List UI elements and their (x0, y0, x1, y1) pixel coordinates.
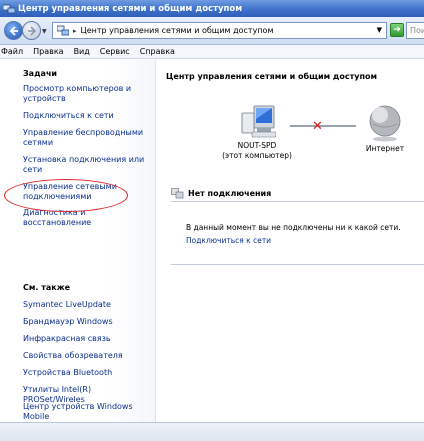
search-input[interactable]: Пои (406, 22, 424, 39)
network-map: ✕ NOUT-SPD (этот компьютер) Интернет (157, 100, 424, 180)
network-center-icon (57, 25, 69, 36)
tasks-heading: Задачи (23, 69, 58, 78)
menu-help[interactable]: Справка (140, 47, 175, 56)
go-arrow-icon: ➜ (393, 25, 401, 35)
globe-icon[interactable] (367, 104, 403, 142)
see-also-windows-mobile[interactable]: Центр устройств Windows Mobile (23, 402, 148, 422)
forward-button[interactable] (22, 21, 41, 40)
address-path: Центр управления сетями и общим доступом (80, 26, 274, 35)
breadcrumb-separator-icon[interactable]: ▸ (73, 27, 77, 35)
see-also-bluetooth[interactable]: Устройства Bluetooth (23, 368, 148, 378)
address-dropdown-icon[interactable]: ▼ (377, 26, 382, 34)
arrow-left-icon (9, 25, 18, 36)
task-setup-connection[interactable]: Установка подключения или сети (23, 155, 148, 175)
connect-to-network-link[interactable]: Подключиться к сети (186, 236, 271, 245)
task-connect-to-network[interactable]: Подключиться к сети (23, 111, 148, 121)
task-manage-wireless[interactable]: Управление беспроводными сетями (23, 128, 148, 148)
menu-file[interactable]: Файл (1, 47, 23, 56)
back-button[interactable] (4, 21, 23, 40)
internet-label: Интернет (365, 144, 405, 153)
computer-icon[interactable] (240, 105, 276, 139)
status-message: В данный момент вы не подключены ни к ка… (186, 223, 401, 232)
no-connection-heading: Нет подключения (171, 188, 271, 199)
menu-bar: Файл Правка Вид Сервис Справка (0, 45, 424, 59)
computer-name-label: NOUT-SPD (237, 141, 277, 150)
highlight-ellipse (4, 179, 128, 212)
task-pane: Задачи Просмотр компьютеров и устройств … (0, 60, 156, 422)
address-field[interactable]: ▸ Центр управления сетями и общим доступ… (52, 22, 387, 39)
section-title: Нет подключения (188, 189, 272, 198)
connection-line (290, 125, 356, 127)
arrow-right-icon (27, 25, 36, 36)
page-title: Центр управления сетями и общим доступом (166, 72, 378, 81)
main-content: Центр управления сетями и общим доступом… (157, 60, 424, 422)
window-title: Центр управления сетями и общим доступом (18, 3, 243, 14)
recent-pages-dropdown-icon[interactable]: ▼ (42, 28, 47, 35)
menu-view[interactable]: Вид (74, 47, 90, 56)
task-view-computers[interactable]: Просмотр компьютеров и устройств (23, 84, 148, 104)
section-divider (171, 201, 424, 202)
section-bottom-divider (171, 264, 424, 265)
menu-tools[interactable]: Сервис (100, 47, 130, 56)
see-also-infrared[interactable]: Инфракрасная связь (23, 334, 148, 344)
status-bar (0, 422, 424, 441)
computer-caption-label: (этот компьютер) (222, 151, 292, 160)
see-also-heading: См. также (23, 283, 71, 292)
see-also-firewall[interactable]: Брандмауэр Windows (23, 317, 148, 327)
menu-edit[interactable]: Правка (33, 47, 63, 56)
go-button[interactable]: ➜ (390, 23, 404, 37)
network-status-icon (171, 188, 184, 199)
navigation-bar: ▼ ▸ Центр управления сетями и общим дост… (0, 17, 424, 45)
network-center-icon (3, 4, 15, 13)
disconnected-x-icon: ✕ (312, 119, 323, 134)
see-also-symantec[interactable]: Symantec LiveUpdate (23, 300, 148, 310)
search-placeholder: Пои (410, 26, 424, 35)
see-also-internet-options[interactable]: Свойства обозревателя (23, 351, 148, 361)
title-bar: Центр управления сетями и общим доступом (0, 0, 424, 17)
